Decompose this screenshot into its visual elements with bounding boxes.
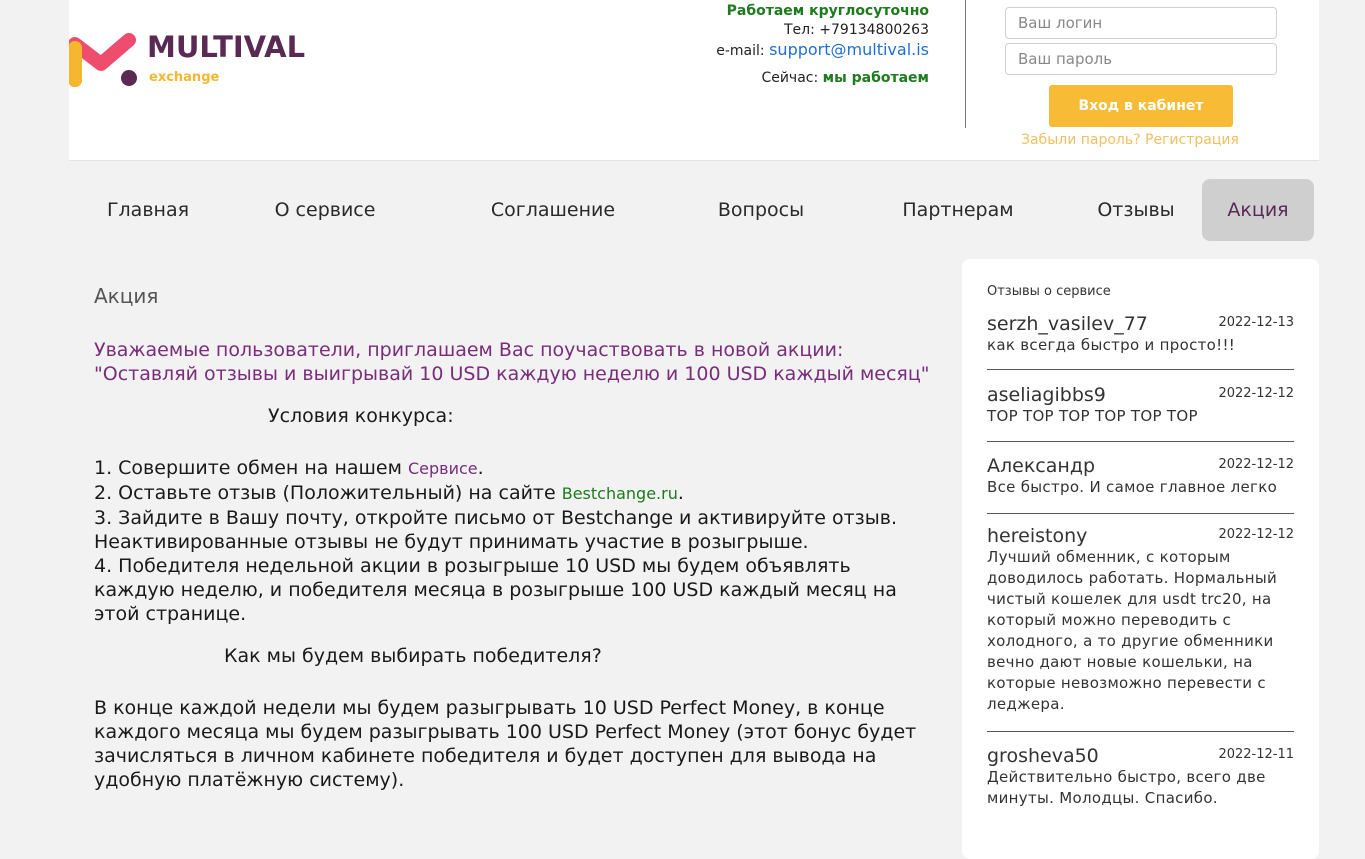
logo-m-icon	[69, 33, 137, 87]
nav-item-promo[interactable]: Акция	[1202, 179, 1314, 241]
review-date: 2022-12-12	[1218, 527, 1294, 542]
header-divider	[965, 0, 966, 128]
status-value: мы работаем	[822, 70, 929, 86]
logo[interactable]: MULTIVAL exchange	[69, 30, 329, 90]
contacts-block: Работаем круглосуточно Тел: +79134800263…	[716, 2, 929, 88]
email-link[interactable]: support@multival.is	[769, 40, 929, 59]
step-2-text: 2. Оставьте отзыв (Положительный) на сай…	[94, 482, 562, 504]
review-text: TOP TOP TOP TOP TOP TOP	[987, 407, 1198, 425]
logo-subtitle: exchange	[149, 70, 220, 85]
logo-name: MULTIVAL	[147, 30, 306, 64]
intro-line-1: Уважаемые пользователи, приглашаем Вас п…	[94, 339, 844, 361]
review-date: 2022-12-12	[1218, 457, 1294, 472]
site-header: MULTIVAL exchange Работаем круглосуточно…	[69, 0, 1319, 161]
phone-row: Тел: +79134800263	[716, 21, 929, 40]
conditions-heading: Условия конкурса:	[268, 405, 454, 427]
nav-item-reviews[interactable]: Отзывы	[1085, 179, 1187, 241]
review-item[interactable]: serzh_vasilev_77 2022-12-13 как всегда б…	[987, 313, 1294, 370]
step-4: 4. Победителя недельной акции в розыгрыш…	[94, 555, 897, 625]
phone-label: Тел:	[783, 22, 815, 38]
forgot-password-link[interactable]: Забыли пароль?	[1021, 132, 1141, 148]
review-item[interactable]: aseliagibbs9 2022-12-12 TOP TOP TOP TOP …	[987, 384, 1294, 442]
choose-winner-heading: Как мы будем выбирать победителя?	[224, 645, 602, 667]
status-label: Сейчас:	[761, 70, 819, 86]
main-nav: Главная О сервисе Соглашение Вопросы Пар…	[69, 178, 1319, 242]
step-1: 1. Совершите обмен на нашем Сервисе.	[94, 457, 484, 479]
status-row: Сейчас: мы работаем	[716, 69, 929, 88]
service-link[interactable]: Сервисе	[408, 459, 478, 478]
review-item[interactable]: Александр 2022-12-12 Все быстро. И самое…	[987, 455, 1294, 514]
nav-item-agreement[interactable]: Соглашение	[469, 179, 637, 241]
intro-line-2: "Оставляй отзывы и выигрывай 10 USD кажд…	[94, 363, 930, 385]
step-1-text: 1. Совершите обмен на нашем	[94, 457, 408, 479]
prize-description: В конце каждой недели мы будем разыгрыва…	[94, 697, 917, 791]
review-text: Все быстро. И самое главное легко	[987, 478, 1278, 496]
reviews-title: Отзывы о сервисе	[987, 284, 1111, 299]
reviews-panel: Отзывы о сервисе serzh_vasilev_77 2022-1…	[962, 259, 1319, 859]
review-text: Лучший обменник, с которым доводилось ра…	[987, 548, 1278, 713]
review-text: как всегда быстро и просто!!!	[987, 336, 1236, 354]
nav-item-about[interactable]: О сервисе	[255, 179, 395, 241]
review-date: 2022-12-13	[1218, 315, 1294, 330]
review-text: Действительно быстро, всего две минуты. …	[987, 768, 1266, 807]
register-link[interactable]: Регистрация	[1145, 132, 1239, 148]
login-button[interactable]: Вход в кабинет	[1049, 85, 1233, 127]
phone-value: +79134800263	[819, 22, 929, 38]
review-item[interactable]: grosheva50 2022-12-11 Действительно быст…	[987, 745, 1294, 825]
password-input[interactable]	[1005, 43, 1277, 75]
promo-content: Акция Уважаемые пользователи, приглашаем…	[94, 284, 934, 792]
intro-text: Уважаемые пользователи, приглашаем Вас п…	[94, 338, 934, 386]
review-date: 2022-12-12	[1218, 386, 1294, 401]
review-date: 2022-12-11	[1218, 747, 1294, 762]
nav-item-faq[interactable]: Вопросы	[699, 179, 823, 241]
nav-item-partners[interactable]: Партнерам	[881, 179, 1035, 241]
hours-text: Работаем круглосуточно	[726, 3, 929, 19]
step-3: 3. Зайдите в Вашу почту, откройте письмо…	[94, 507, 898, 553]
login-input[interactable]	[1005, 7, 1277, 39]
review-item[interactable]: hereistony 2022-12-12 Лучший обменник, с…	[987, 525, 1294, 732]
email-row: e-mail: support@multival.is	[716, 40, 929, 61]
steps-list: 1. Совершите обмен на нашем Сервисе. 2. …	[94, 456, 934, 626]
email-label: e-mail:	[716, 43, 765, 59]
bestchange-link[interactable]: Bestchange.ru	[562, 484, 678, 503]
nav-item-home[interactable]: Главная	[89, 179, 207, 241]
auth-links: Забыли пароль? Регистрация	[1021, 132, 1239, 148]
page-title: Акция	[94, 284, 159, 308]
step-2: 2. Оставьте отзыв (Положительный) на сай…	[94, 482, 684, 504]
